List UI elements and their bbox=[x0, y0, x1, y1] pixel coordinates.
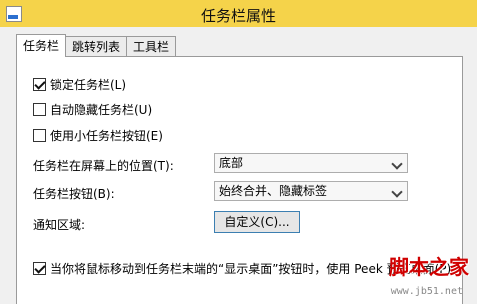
tab-jump-lists[interactable]: 跳转列表 bbox=[65, 36, 128, 57]
customize-button[interactable]: 自定义(C)... bbox=[214, 211, 300, 233]
small-buttons-option[interactable]: 使用小任务栏按钮(E) bbox=[33, 127, 163, 144]
peek-checkbox[interactable] bbox=[33, 262, 46, 275]
lock-taskbar-label: 锁定任务栏(L) bbox=[50, 78, 127, 92]
autohide-label: 自动隐藏任务栏(U) bbox=[50, 103, 153, 117]
tab-toolbars[interactable]: 工具栏 bbox=[126, 36, 177, 57]
taskbar-buttons-select[interactable]: 始终合并、隐藏标签 bbox=[214, 181, 408, 201]
lock-taskbar-option[interactable]: 锁定任务栏(L) bbox=[33, 76, 126, 93]
chevron-down-icon bbox=[391, 186, 403, 198]
taskbar-properties-window: 任务栏属性 任务栏 跳转列表 工具栏 锁定任务栏(L) 自动隐藏任务栏(U) 使… bbox=[0, 0, 477, 304]
location-value: 底部 bbox=[219, 156, 244, 170]
taskbar-buttons-value: 始终合并、隐藏标签 bbox=[219, 184, 328, 198]
tab-panel: 锁定任务栏(L) 自动隐藏任务栏(U) 使用小任务栏按钮(E) 任务栏在屏幕上的… bbox=[16, 56, 463, 304]
window-title: 任务栏属性 bbox=[200, 7, 276, 25]
autohide-checkbox[interactable] bbox=[33, 103, 46, 116]
location-select[interactable]: 底部 bbox=[214, 153, 408, 173]
autohide-option[interactable]: 自动隐藏任务栏(U) bbox=[33, 101, 152, 118]
small-buttons-checkbox[interactable] bbox=[33, 129, 46, 142]
tab-strip: 任务栏 跳转列表 工具栏 bbox=[16, 34, 177, 58]
title-bar[interactable]: 任务栏属性 bbox=[0, 0, 477, 27]
notification-area-label: 通知区域: bbox=[33, 218, 86, 232]
chevron-down-icon bbox=[391, 158, 403, 170]
small-buttons-label: 使用小任务栏按钮(E) bbox=[50, 129, 163, 143]
peek-option[interactable]: 当你将鼠标移动到任务栏末端的“显示桌面”按钮时，使用 Peek 预览桌面(P) bbox=[33, 260, 451, 277]
taskbar-buttons-label: 任务栏按钮(B): bbox=[33, 187, 115, 201]
location-label: 任务栏在屏幕上的位置(T): bbox=[33, 159, 174, 173]
tab-taskbar[interactable]: 任务栏 bbox=[16, 34, 67, 57]
lock-taskbar-checkbox[interactable] bbox=[33, 78, 46, 91]
peek-label: 当你将鼠标移动到任务栏末端的“显示桌面”按钮时，使用 Peek 预览桌面(P) bbox=[50, 262, 452, 276]
